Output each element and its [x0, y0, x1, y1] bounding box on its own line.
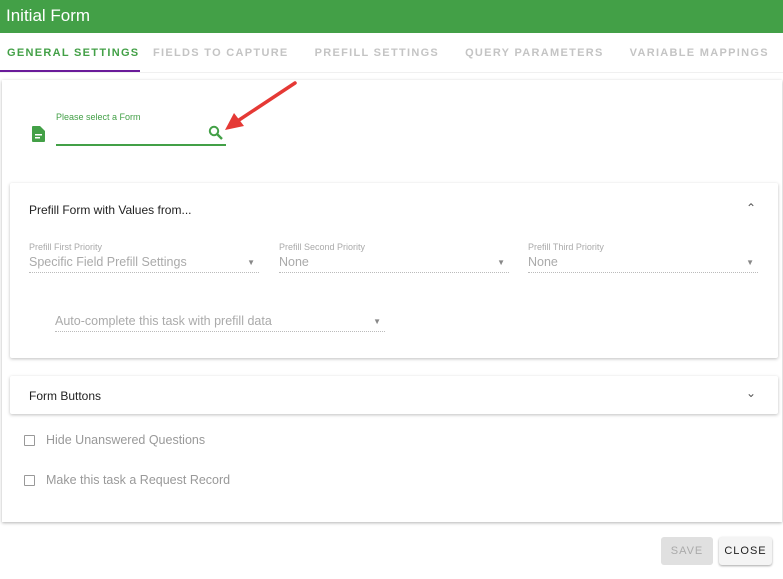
form-buttons-title: Form Buttons	[29, 389, 102, 403]
form-buttons-card[interactable]: Form Buttons ⌄	[10, 376, 778, 414]
form-select-label: Please select a Form	[56, 112, 141, 122]
chevron-down-icon[interactable]: ⌄	[746, 386, 756, 400]
dropdown-arrow-icon: ▼	[247, 258, 255, 267]
prefill-second-priority-select[interactable]: Prefill Second Priority None ▼	[279, 242, 509, 273]
general-settings-panel: Please select a Form Prefill Form with V…	[2, 80, 782, 522]
dropdown-arrow-icon: ▼	[497, 258, 505, 267]
form-select-underline	[56, 144, 226, 146]
select-value: Auto-complete this task with prefill dat…	[55, 314, 385, 332]
autocomplete-select[interactable]: Auto-complete this task with prefill dat…	[55, 311, 385, 332]
select-label: Prefill First Priority	[29, 242, 103, 252]
dialog-title: Initial Form	[6, 6, 91, 25]
select-value: None ▼	[528, 255, 758, 273]
tab-variable-mappings[interactable]: VARIABLE MAPPINGS	[617, 33, 782, 72]
autocomplete-placeholder: Auto-complete this task with prefill dat…	[55, 314, 272, 328]
select-label: Prefill Third Priority	[528, 242, 604, 252]
prefill-card-title: Prefill Form with Values from...	[29, 203, 192, 217]
dropdown-arrow-icon: ▼	[373, 317, 381, 326]
chevron-up-icon[interactable]: ⌃	[746, 201, 756, 215]
select-label: Prefill Second Priority	[279, 242, 366, 252]
tab-fields-to-capture[interactable]: FIELDS TO CAPTURE	[140, 33, 302, 72]
tab-bar: GENERAL SETTINGS FIELDS TO CAPTURE PREFI…	[0, 33, 783, 73]
prefill-third-priority-select[interactable]: Prefill Third Priority None ▼	[528, 242, 758, 273]
select-value: None ▼	[279, 255, 509, 273]
dropdown-arrow-icon: ▼	[746, 258, 754, 267]
select-value-text: Specific Field Prefill Settings	[29, 255, 187, 269]
tab-general-settings[interactable]: GENERAL SETTINGS	[0, 33, 140, 72]
request-record-checkbox[interactable]: Make this task a Request Record	[24, 473, 230, 487]
checkbox-box[interactable]	[24, 434, 35, 446]
close-button[interactable]: CLOSE	[719, 537, 772, 565]
document-icon	[32, 126, 45, 142]
checkbox-label: Make this task a Request Record	[46, 473, 231, 487]
save-button[interactable]: SAVE	[661, 537, 713, 565]
annotation-arrow-icon	[225, 81, 297, 130]
tab-query-parameters[interactable]: QUERY PARAMETERS	[452, 33, 617, 72]
checkbox-box[interactable]	[24, 474, 35, 486]
tab-prefill-settings[interactable]: PREFILL SETTINGS	[302, 33, 453, 72]
select-value-text: None	[528, 255, 558, 269]
dialog-header: Initial Form	[0, 0, 783, 33]
checkbox-label: Hide Unanswered Questions	[46, 433, 206, 447]
prefill-first-priority-select[interactable]: Prefill First Priority Specific Field Pr…	[29, 242, 259, 273]
prefill-card: Prefill Form with Values from... ⌃ Prefi…	[10, 183, 778, 358]
hide-unanswered-checkbox[interactable]: Hide Unanswered Questions	[24, 433, 205, 447]
select-value: Specific Field Prefill Settings ▼	[29, 255, 259, 273]
select-value-text: None	[279, 255, 309, 269]
